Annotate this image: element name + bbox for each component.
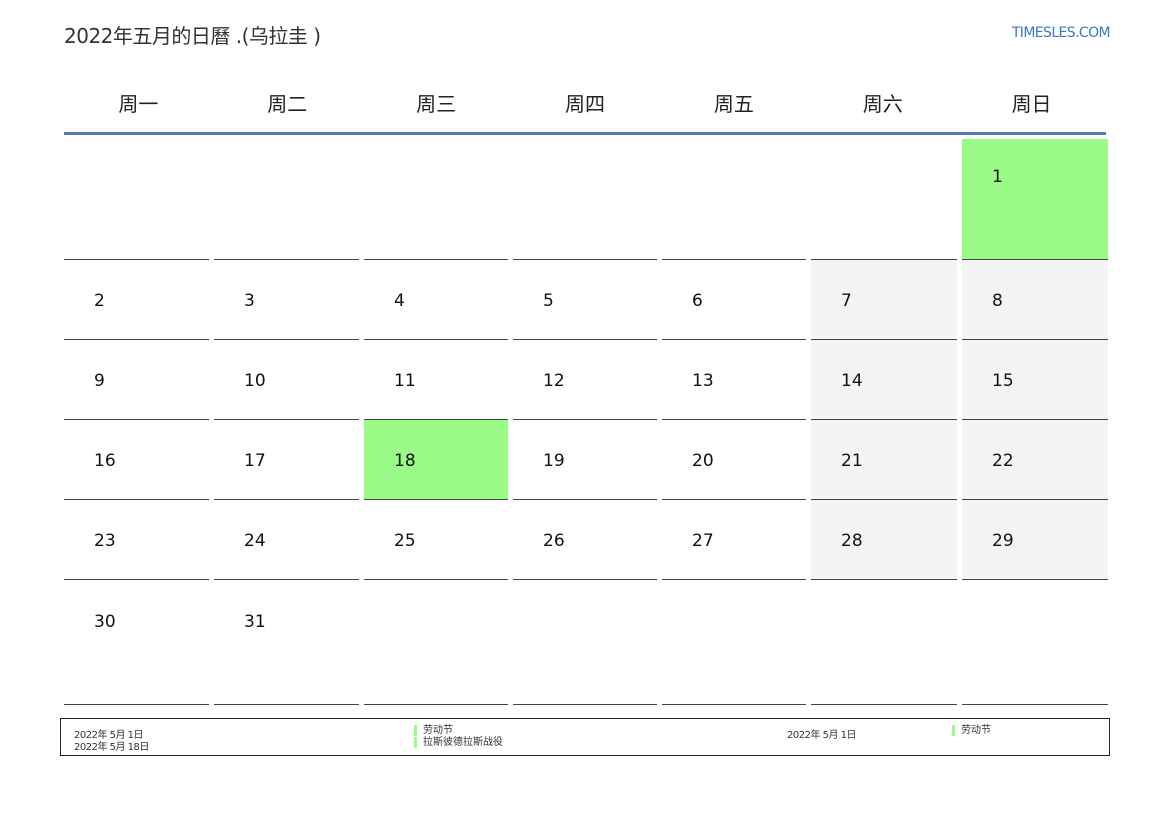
empty-day-cell xyxy=(513,139,657,260)
empty-day-cell xyxy=(513,580,657,705)
day-number: 19 xyxy=(543,451,565,471)
day-cell: 4 xyxy=(364,260,508,340)
day-cell: 5 xyxy=(513,260,657,340)
day-number: 16 xyxy=(94,451,116,471)
empty-day-cell xyxy=(662,580,806,705)
day-cell: 15 xyxy=(962,340,1108,420)
day-number: 1 xyxy=(992,167,1003,187)
day-cell: 28 xyxy=(811,500,957,580)
day-cell: 12 xyxy=(513,340,657,420)
day-number: 28 xyxy=(841,531,863,551)
day-cell: 29 xyxy=(962,500,1108,580)
empty-day-cell xyxy=(811,139,957,260)
day-number: 9 xyxy=(94,371,105,391)
empty-day-cell xyxy=(364,139,508,260)
day-number: 4 xyxy=(394,291,405,311)
day-cell: 17 xyxy=(214,420,359,500)
weekday-mon: 周一 xyxy=(118,92,159,116)
day-cell: 19 xyxy=(513,420,657,500)
weekday-thu: 周四 xyxy=(564,92,605,116)
day-number: 24 xyxy=(244,531,266,551)
day-number: 26 xyxy=(543,531,565,551)
day-number: 7 xyxy=(841,291,852,311)
day-number: 11 xyxy=(394,371,416,391)
empty-day-cell xyxy=(64,139,209,260)
legend-holiday-name: 劳动节 xyxy=(952,725,991,736)
day-cell: 25 xyxy=(364,500,508,580)
day-cell: 1 xyxy=(962,139,1108,260)
weekday-fri: 周五 xyxy=(713,92,754,116)
day-cell: 31 xyxy=(214,580,359,705)
day-cell: 13 xyxy=(662,340,806,420)
day-number: 21 xyxy=(841,451,863,471)
day-cell: 24 xyxy=(214,500,359,580)
day-cell: 26 xyxy=(513,500,657,580)
day-number: 20 xyxy=(692,451,714,471)
empty-day-cell xyxy=(364,580,508,705)
weekday-tue: 周二 xyxy=(267,92,308,116)
day-number: 5 xyxy=(543,291,554,311)
brand-link[interactable]: TIMESLES.COM xyxy=(1012,25,1111,41)
day-number: 8 xyxy=(992,291,1003,311)
day-number: 29 xyxy=(992,531,1014,551)
day-cell: 27 xyxy=(662,500,806,580)
day-cell: 11 xyxy=(364,340,508,420)
calendar-grid: 1 2 3 4 5 6 7 8 9 10 11 12 13 14 15 16 17 18 19 20 21 22 23 24 2… xyxy=(64,139,1108,705)
legend-date: 2022年 5月 18日 xyxy=(74,742,149,753)
day-number: 25 xyxy=(394,531,416,551)
day-number: 6 xyxy=(692,291,703,311)
weekday-header: 周一 周二 周三 周四 周五 周六 周日 xyxy=(64,80,1106,135)
day-cell: 3 xyxy=(214,260,359,340)
day-number: 18 xyxy=(394,451,416,471)
day-cell: 23 xyxy=(64,500,209,580)
day-cell: 2 xyxy=(64,260,209,340)
empty-day-cell xyxy=(962,580,1108,705)
day-cell: 7 xyxy=(811,260,957,340)
day-cell: 16 xyxy=(64,420,209,500)
empty-day-cell xyxy=(214,139,359,260)
day-cell: 9 xyxy=(64,340,209,420)
day-cell: 21 xyxy=(811,420,957,500)
day-cell: 14 xyxy=(811,340,957,420)
legend-holiday-name: 劳动节 xyxy=(414,725,453,736)
day-cell: 10 xyxy=(214,340,359,420)
day-cell: 20 xyxy=(662,420,806,500)
day-cell: 22 xyxy=(962,420,1108,500)
day-number: 3 xyxy=(244,291,255,311)
legend-date: 2022年 5月 1日 xyxy=(787,730,857,741)
day-cell: 18 xyxy=(364,420,508,500)
day-number: 22 xyxy=(992,451,1014,471)
day-number: 2 xyxy=(94,291,105,311)
weekday-wed: 周三 xyxy=(416,92,457,116)
day-number: 13 xyxy=(692,371,714,391)
legend-holiday-name: 拉斯彼德拉斯战役 xyxy=(414,737,503,748)
day-number: 17 xyxy=(244,451,266,471)
day-number: 31 xyxy=(244,612,266,632)
day-cell: 30 xyxy=(64,580,209,705)
day-number: 23 xyxy=(94,531,116,551)
weekday-sun: 周日 xyxy=(1011,92,1052,116)
page-title: 2022年五月的日曆 .(乌拉圭 ) xyxy=(64,24,321,48)
holiday-legend: 2022年 5月 1日 2022年 5月 18日 劳动节 拉斯彼德拉斯战役 20… xyxy=(60,718,1110,756)
day-number: 15 xyxy=(992,371,1014,391)
day-cell: 6 xyxy=(662,260,806,340)
day-number: 10 xyxy=(244,371,266,391)
day-number: 30 xyxy=(94,612,116,632)
day-number: 12 xyxy=(543,371,565,391)
day-number: 14 xyxy=(841,371,863,391)
day-number: 27 xyxy=(692,531,714,551)
weekday-sat: 周六 xyxy=(862,92,903,116)
empty-day-cell xyxy=(662,139,806,260)
empty-day-cell xyxy=(811,580,957,705)
day-cell: 8 xyxy=(962,260,1108,340)
